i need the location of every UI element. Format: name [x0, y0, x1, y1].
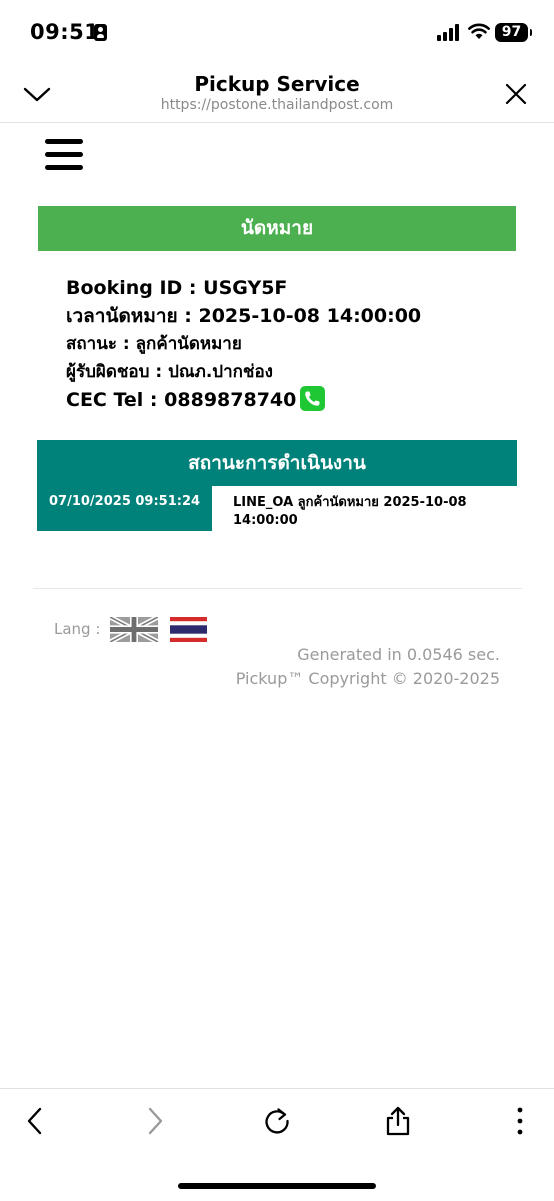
wifi-icon	[468, 23, 490, 39]
appointment-time-value: 2025-10-08 14:00:00	[198, 305, 422, 327]
cec-tel-label: CEC Tel :	[66, 389, 165, 411]
status-value: ลูกค้านัดหมาย	[135, 334, 242, 354]
reload-icon[interactable]	[261, 1105, 293, 1137]
back-arrow-icon[interactable]	[20, 1105, 52, 1137]
more-options-icon[interactable]	[504, 1105, 536, 1137]
forward-arrow-icon[interactable]	[138, 1105, 170, 1137]
progress-entry-datetime: 07/10/2025 09:51:24	[37, 486, 212, 531]
appointment-time-row: เวลานัดหมาย : 2025-10-08 14:00:00	[66, 302, 421, 330]
lang-label: Lang :	[54, 620, 101, 638]
cellular-signal-icon	[437, 24, 463, 41]
page-url: https://postone.thailandpost.com	[160, 97, 394, 113]
status-label: สถานะ :	[66, 334, 136, 354]
responsible-row: ผู้รับผิดชอบ : ปณภ.ปากช่อง	[66, 358, 421, 386]
battery-indicator: 97	[495, 23, 532, 42]
status-row: สถานะ : ลูกค้านัดหมาย	[66, 330, 421, 358]
page-title: Pickup Service	[194, 72, 360, 96]
thai-flag-icon[interactable]	[170, 617, 207, 642]
responsible-value: ปณภ.ปากช่อง	[168, 362, 273, 382]
close-icon[interactable]	[504, 82, 528, 106]
progress-entry-description: LINE_OA ลูกค้านัดหมาย 2025-10-08 14:00:0…	[233, 494, 483, 530]
progress-entry-description-line1: LINE_OA ลูกค้านัดหมาย 2025-10-08	[233, 495, 467, 510]
responsible-label: ผู้รับผิดชอบ :	[66, 362, 169, 382]
progress-entry-row: 07/10/2025 09:51:24 LINE_OA ลูกค้านัดหมา…	[37, 486, 517, 531]
cec-tel-value[interactable]: 0889878740	[164, 389, 296, 411]
booking-id-label: Booking ID :	[66, 277, 204, 299]
booking-id-value: USGY5F	[203, 277, 288, 299]
footer-divider	[33, 588, 522, 589]
booking-id-row: Booking ID : USGY5F	[66, 274, 421, 302]
copyright-text: Pickup™ Copyright © 2020-2025	[235, 669, 500, 688]
browser-header: Pickup Service https://postone.thailandp…	[0, 64, 554, 123]
cec-tel-row: CEC Tel : 0889878740	[66, 386, 421, 414]
booking-info: Booking ID : USGY5F เวลานัดหมาย : 2025-1…	[66, 274, 421, 414]
appointment-header: นัดหมาย	[38, 206, 516, 251]
progress-status-header: สถานะการดำเนินงาน	[37, 440, 517, 486]
home-indicator	[178, 1183, 376, 1189]
phone-icon[interactable]	[300, 386, 326, 411]
appointment-time-label: เวลานัดหมาย :	[66, 305, 199, 327]
progress-entry-description-line2: 14:00:00	[233, 513, 298, 528]
contact-card-icon	[94, 24, 107, 41]
share-icon[interactable]	[382, 1105, 414, 1137]
status-bar: 09:51 97	[0, 0, 554, 64]
generated-time: Generated in 0.0546 sec.	[297, 645, 500, 664]
hamburger-menu-icon[interactable]	[45, 139, 83, 170]
uk-flag-icon[interactable]	[110, 617, 158, 642]
status-time: 09:51	[30, 20, 100, 44]
